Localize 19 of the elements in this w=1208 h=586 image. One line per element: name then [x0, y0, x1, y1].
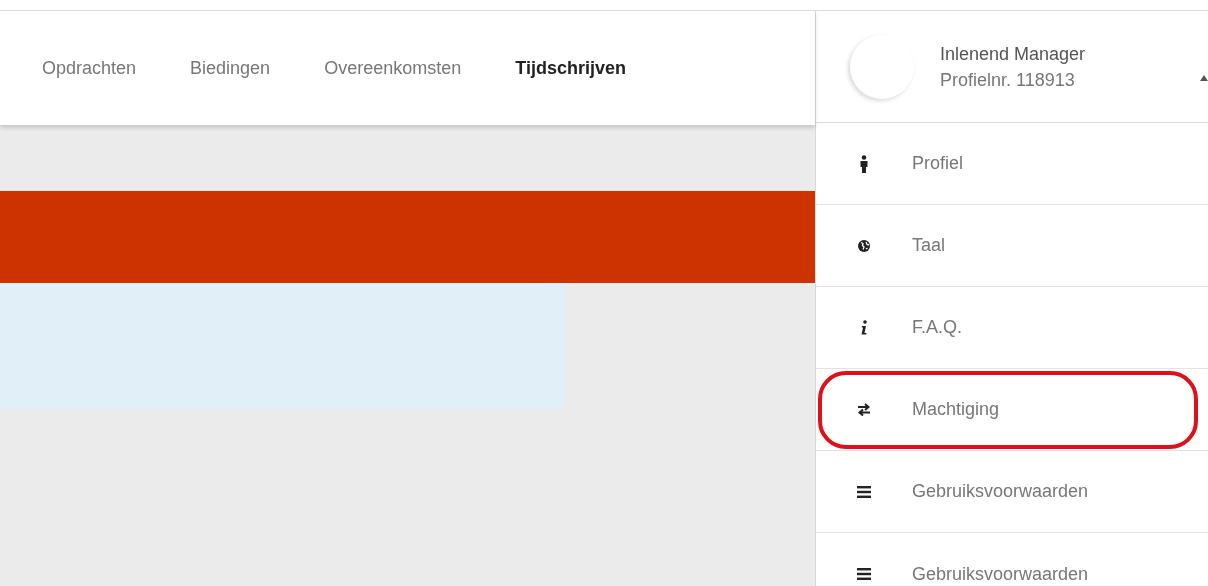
user-name: Inlenend Manager [940, 42, 1086, 66]
profile-number: Profielnr. 118913 [940, 68, 1076, 92]
info-icon [860, 319, 868, 336]
menu-item[interactable]: Machtiging [912, 396, 1000, 423]
caret-up-icon[interactable] [1200, 75, 1208, 81]
list-icon [857, 568, 871, 580]
menu-item[interactable]: F.A.Q. [912, 314, 962, 341]
nav-tab[interactable]: Tijdschrijven [515, 54, 626, 82]
person-icon [859, 154, 869, 173]
menu-item[interactable]: Taal [912, 232, 946, 259]
globe-icon [857, 238, 871, 253]
menu-item[interactable]: Gebruiksvoorwaarden [912, 560, 1089, 586]
menu-item[interactable]: Profiel [912, 150, 964, 177]
nav-tab[interactable]: Overeenkomsten [324, 54, 462, 82]
swap-arrows-icon [857, 403, 871, 416]
nav-tab[interactable]: Biedingen [190, 54, 271, 82]
nav-tab[interactable]: Opdrachten [42, 54, 137, 82]
menu-item[interactable]: Gebruiksvoorwaarden [912, 478, 1089, 505]
list-icon [857, 485, 871, 498]
